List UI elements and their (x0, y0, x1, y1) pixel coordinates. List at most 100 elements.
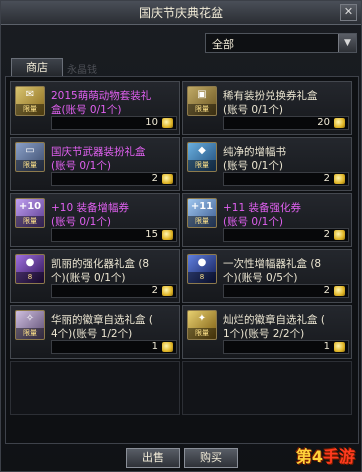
category-filter-select[interactable]: 全部 ▼ (205, 33, 357, 53)
item-price: 15 (145, 229, 158, 240)
item-name-line2: (账号 0/1个) (51, 216, 111, 228)
item-name-line2: 个)(账号 0/1个) (51, 272, 126, 284)
limited-badge: 限量 (188, 216, 216, 227)
coin-icon (334, 118, 345, 128)
item-name-line2: 1个)(账号 2/2个) (223, 328, 305, 340)
item-price: 20 (317, 117, 330, 128)
item-icon: ◆ 限量 (187, 142, 217, 172)
item-price: 2 (151, 173, 158, 184)
price-field: 2 (51, 284, 177, 298)
limited-badge: 8 (188, 272, 216, 283)
tab-shop[interactable]: 商店 (11, 58, 63, 76)
item-icon: ✉ 限量 (15, 86, 45, 116)
item-icon: ▭ 限量 (15, 142, 45, 172)
chevron-down-icon[interactable]: ▼ (338, 34, 356, 52)
coin-icon (162, 342, 173, 352)
limited-badge: 限量 (188, 104, 216, 115)
shop-item[interactable]: ✧ 限量 华丽的徽章自选礼盒 ( 4个)(账号 1/2个) 1 (10, 305, 180, 359)
price-field: 1 (223, 340, 349, 354)
coin-icon (162, 230, 173, 240)
price-field: 15 (51, 228, 177, 242)
coin-icon (162, 174, 173, 184)
price-field: 2 (51, 172, 177, 186)
item-icon-glyph: ✦ (197, 313, 207, 324)
price-field: 2 (223, 284, 349, 298)
sell-button[interactable]: 出售 (126, 448, 180, 468)
item-name-line2: (账号 0/1个) (223, 104, 283, 116)
item-icon-glyph: +10 (18, 201, 42, 212)
title-bar: 国庆节庆典花盆 ✕ (1, 1, 361, 25)
shop-item[interactable]: ● 8 一次性增幅器礼盒 (8 个)(账号 0/5个) 2 (182, 249, 352, 303)
shop-item[interactable]: +11 限量 +11 装备强化券 (账号 0/1个) 2 (182, 193, 352, 247)
category-filter-value: 全部 (212, 38, 234, 51)
shop-item[interactable]: ● 8 凯丽的强化器礼盒 (8 个)(账号 0/1个) 2 (10, 249, 180, 303)
empty-slot (10, 361, 180, 415)
shop-item[interactable]: ✉ 限量 2015萌萌动物套装礼 盒(账号 0/1个) 10 (10, 81, 180, 135)
item-price: 2 (151, 285, 158, 296)
limited-badge: 限量 (16, 216, 44, 227)
window-title: 国庆节庆典花盆 (138, 6, 223, 20)
item-icon-glyph: ● (197, 257, 207, 268)
item-name-line1: 凯丽的强化器礼盒 (8 (51, 258, 150, 270)
item-price: 2 (323, 285, 330, 296)
item-name-line1: 稀有装扮兑换券礼盒 (223, 90, 318, 102)
shop-item[interactable]: ✦ 限量 灿烂的徽章自选礼盒 (1个)(账号 2/2个) 1 (182, 305, 352, 359)
item-name-line2: (账号 0/1个) (51, 160, 111, 172)
coin-icon (162, 286, 173, 296)
item-icon: +11 限量 (187, 198, 217, 228)
limited-badge: 限量 (188, 328, 216, 339)
empty-slot (182, 361, 352, 415)
item-icon: ● 8 (187, 254, 217, 284)
item-name-line1: 华丽的徽章自选礼盒 ( (51, 314, 153, 326)
shop-item[interactable]: +10 限量 +10 装备增幅券 (账号 0/1个) 15 (10, 193, 180, 247)
shop-item[interactable]: ◆ 限量 纯净的增幅书 (账号 0/1个) 2 (182, 137, 352, 191)
item-price: 2 (323, 229, 330, 240)
item-name-line2: 4个)(账号 1/2个) (51, 328, 133, 340)
item-icon: +10 限量 (15, 198, 45, 228)
item-icon: ✧ 限量 (15, 310, 45, 340)
item-name-line2: (账号 0/1个) (223, 216, 283, 228)
item-icon-glyph: ✉ (25, 89, 35, 100)
item-name-line1: +10 装备增幅券 (51, 202, 129, 214)
item-icon-glyph: +11 (190, 201, 214, 212)
coin-icon (162, 118, 173, 128)
item-grid: ✉ 限量 2015萌萌动物套装礼 盒(账号 0/1个) 10 ▣ 限量 稀有装扮兑换券礼盒 (账… (5, 76, 359, 444)
item-icon-glyph: ▣ (197, 89, 207, 100)
item-icon-glyph: ● (25, 257, 35, 268)
limited-badge: 8 (16, 272, 44, 283)
item-name-line1: 国庆节武器装扮礼盒 (51, 146, 146, 158)
coin-icon (334, 230, 345, 240)
limited-badge: 限量 (16, 104, 44, 115)
item-icon-glyph: ▭ (25, 145, 35, 156)
item-name-line2: 盒(账号 0/1个) (51, 104, 122, 116)
item-icon: ● 8 (15, 254, 45, 284)
item-icon: ▣ 限量 (187, 86, 217, 116)
price-field: 2 (223, 172, 349, 186)
item-name-line1: 纯净的增幅书 (223, 146, 286, 158)
limited-badge: 限量 (16, 328, 44, 339)
item-name-line1: +11 装备强化券 (223, 202, 301, 214)
limited-badge: 限量 (188, 160, 216, 171)
item-price: 1 (151, 341, 158, 352)
item-icon: ✦ 限量 (187, 310, 217, 340)
item-price: 10 (145, 117, 158, 128)
close-button[interactable]: ✕ (340, 4, 357, 21)
item-icon-glyph: ✧ (25, 313, 35, 324)
item-icon-glyph: ◆ (198, 145, 206, 156)
coin-icon (334, 342, 345, 352)
item-name-line2: 个)(账号 0/5个) (223, 272, 298, 284)
price-field: 1 (51, 340, 177, 354)
limited-badge: 限量 (16, 160, 44, 171)
item-name-line2: (账号 0/1个) (223, 160, 283, 172)
site-watermark-logo: 第4手游 (295, 447, 355, 466)
coin-icon (334, 174, 345, 184)
shop-window: 国庆节庆典花盆 ✕ 全部 ▼ 商店 永晶钱 ✉ 限量 2015萌萌动物套装礼 盒(账号… (0, 0, 362, 472)
faded-currency-label: 永晶钱 (67, 65, 97, 76)
item-price: 1 (323, 341, 330, 352)
price-field: 2 (223, 228, 349, 242)
buy-button[interactable]: 购买 (184, 448, 238, 468)
coin-icon (334, 286, 345, 296)
price-field: 10 (51, 116, 177, 130)
shop-item[interactable]: ▣ 限量 稀有装扮兑换券礼盒 (账号 0/1个) 20 (182, 81, 352, 135)
shop-item[interactable]: ▭ 限量 国庆节武器装扮礼盒 (账号 0/1个) 2 (10, 137, 180, 191)
